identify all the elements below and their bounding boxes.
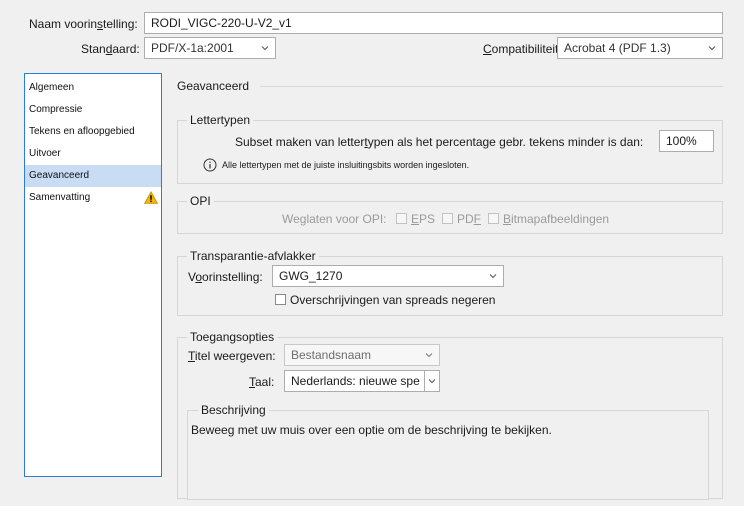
description-title: Beschrijving (198, 403, 269, 417)
standard-select[interactable]: PDF/X-1a:2001 (144, 37, 276, 59)
sidebar-item-tekens-afloopgebied[interactable]: Tekens en afloopgebied (25, 121, 161, 143)
chevron-down-icon (261, 46, 269, 51)
compatibility-select[interactable]: Acrobat 4 (PDF 1.3) (557, 37, 723, 59)
compatibility-value: Acrobat 4 (PDF 1.3) (564, 41, 671, 55)
display-title-label: Titel weergeven: (188, 349, 276, 363)
display-title-select[interactable]: Bestandsnaam (284, 344, 440, 366)
sidebar-item-samenvatting[interactable]: Samenvatting (25, 187, 161, 209)
preset-name-value: RODI_VIGC-220-U-V2_v1 (151, 16, 292, 30)
sidebar-item-algemeen[interactable]: Algemeen (25, 77, 161, 99)
preset-name-label: Naam voorinstelling: (29, 17, 138, 31)
opi-group-title: OPI (187, 194, 214, 208)
standard-value: PDF/X-1a:2001 (151, 41, 234, 55)
language-value: Nederlands: nieuwe spe (291, 374, 420, 388)
fonts-group (177, 120, 723, 184)
chevron-down-icon (489, 274, 497, 279)
description-text: Beweeg met uw muis over een optie om de … (191, 423, 552, 437)
preset-name-input[interactable]: RODI_VIGC-220-U-V2_v1 (144, 12, 723, 34)
flattener-preset-label: Voorinstelling: (188, 270, 263, 284)
opi-omit-label: Weglaten voor OPI: (282, 212, 387, 226)
pdf-checkbox-box (442, 213, 453, 224)
fonts-group-title: Lettertypen (187, 113, 254, 127)
display-title-value: Bestandsnaam (291, 348, 372, 362)
panel-title: Geavanceerd (177, 79, 250, 93)
flattener-preset-select[interactable]: GWG_1270 (272, 265, 504, 287)
opi-bitmap-checkbox[interactable]: Bitmapafbeeldingen (488, 212, 609, 226)
subset-label: Subset maken van lettertypen als het per… (235, 135, 644, 149)
bitmap-checkbox-box (488, 213, 499, 224)
sidebar-item-uitvoer[interactable]: Uitvoer (25, 143, 161, 165)
language-dropdown-button[interactable] (424, 371, 439, 391)
access-group-title: Toegangsopties (187, 330, 278, 344)
eps-checkbox-box (396, 213, 407, 224)
info-icon (203, 158, 217, 172)
fonts-info-text: Alle lettertypen met de juiste insluitin… (222, 160, 470, 170)
sidebar-item-compressie[interactable]: Compressie (25, 99, 161, 121)
ignore-spread-overrides-checkbox[interactable]: Overschrijvingen van spreads negeren (275, 293, 495, 307)
subset-percentage-input[interactable]: 100% (659, 130, 714, 152)
ignore-spread-overrides-box (275, 294, 286, 305)
category-list: Algemeen Compressie Tekens en afloopgebi… (24, 73, 162, 477)
warning-icon (144, 191, 158, 204)
flattener-group-title: Transparantie-afvlakker (187, 249, 319, 263)
chevron-down-icon (708, 46, 716, 51)
compatibility-label: Compatibiliteit: (483, 42, 562, 56)
opi-pdf-checkbox[interactable]: PDF (442, 212, 481, 226)
language-label: Taal: (249, 375, 275, 389)
chevron-down-icon (425, 353, 433, 358)
standard-label: Standaard: (81, 42, 140, 56)
chevron-down-icon (428, 379, 436, 384)
subset-percentage-value: 100% (666, 134, 697, 148)
flattener-preset-value: GWG_1270 (279, 269, 343, 283)
title-divider (260, 86, 723, 87)
language-combobox[interactable]: Nederlands: nieuwe spe (284, 370, 440, 392)
opi-eps-checkbox[interactable]: EPS (396, 212, 435, 226)
sidebar-item-geavanceerd[interactable]: Geavanceerd (25, 165, 161, 187)
